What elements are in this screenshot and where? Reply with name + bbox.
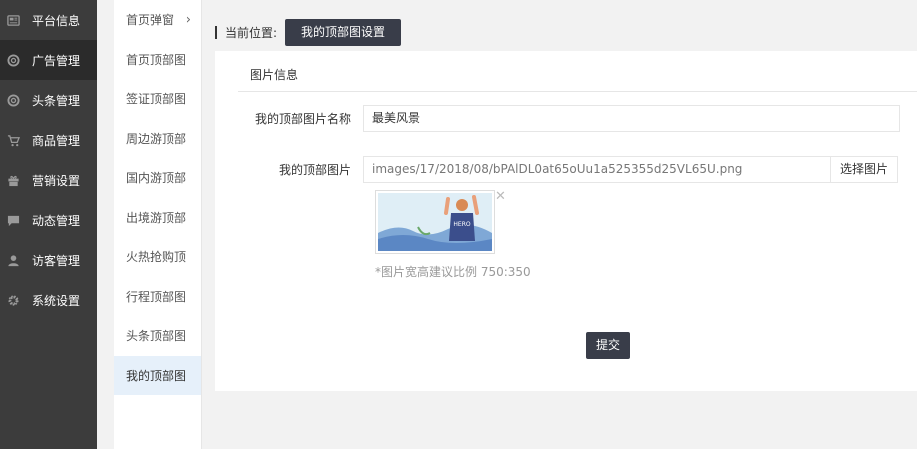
user-icon xyxy=(6,253,20,267)
submenu-item-home-popup[interactable]: 首页弹窗 › xyxy=(114,0,201,40)
submenu-item-nearby-top[interactable]: 周边游顶部 xyxy=(114,119,201,159)
submenu-item-itinerary-top[interactable]: 行程顶部图 xyxy=(114,277,201,317)
sidebar-item-visitor-management[interactable]: 访客管理 xyxy=(0,240,97,280)
submenu-item-label: 国内游顶部 xyxy=(126,171,187,186)
sidebar-item-label: 头条管理 xyxy=(32,93,81,108)
sub-menu: 首页弹窗 › 首页顶部图 签证顶部图 周边游顶部 国内游顶部 出境游顶部 火热抢… xyxy=(114,0,202,449)
sidebar-item-label: 系统设置 xyxy=(32,293,81,308)
newspaper-icon xyxy=(6,13,20,27)
submenu-item-my-top-image[interactable]: 我的顶部图 xyxy=(114,355,201,395)
sidebar-item-marketing-settings[interactable]: 营销设置 xyxy=(0,160,97,200)
submenu-item-label: 周边游顶部 xyxy=(126,131,187,146)
image-row: 我的顶部图片 images/17/2018/08/bPAlDL0at65oUu1… xyxy=(215,156,899,183)
submenu-item-label: 我的顶部图 xyxy=(126,368,187,383)
submenu-item-domestic-top[interactable]: 国内游顶部 xyxy=(114,158,201,198)
sidebar-item-label: 访客管理 xyxy=(32,253,81,268)
submenu-item-outbound-top[interactable]: 出境游顶部 xyxy=(114,198,201,238)
submenu-item-label: 出境游顶部 xyxy=(126,210,187,225)
chevron-right-icon: › xyxy=(185,12,191,28)
image-path-input[interactable]: images/17/2018/08/bPAlDL0at65oUu1a525355… xyxy=(363,156,831,183)
lifebuoy-icon xyxy=(6,93,20,107)
sidebar-item-label: 平台信息 xyxy=(32,13,81,28)
form-panel: 图片信息 我的顶部图片名称 最美风景 我的顶部图片 images/17/2018… xyxy=(215,51,917,391)
sidebar-item-label: 动态管理 xyxy=(32,213,81,228)
gift-icon xyxy=(6,173,20,187)
breadcrumb-label: 当前位置: xyxy=(225,26,278,40)
breadcrumb: 当前位置: 我的顶部图设置 xyxy=(215,19,402,46)
breadcrumb-current[interactable]: 我的顶部图设置 xyxy=(285,19,402,46)
sidebar-item-label: 营销设置 xyxy=(32,173,81,188)
submenu-item-label: 火热抢购顶 xyxy=(126,250,187,265)
submit-button[interactable]: 提交 xyxy=(586,332,631,359)
image-size-hint: *图片宽高建议比例 750:350 xyxy=(375,265,531,279)
breadcrumb-marker xyxy=(215,26,217,39)
sidebar-item-dynamic-management[interactable]: 动态管理 xyxy=(0,200,97,240)
image-thumbnail[interactable]: HERO xyxy=(375,190,495,254)
submenu-item-home-top-image[interactable]: 首页顶部图 xyxy=(114,40,201,80)
sidebar-item-label: 商品管理 xyxy=(32,133,81,148)
submenu-item-visa-top-image[interactable]: 签证顶部图 xyxy=(114,79,201,119)
sidebar-item-system-settings[interactable]: 系统设置 xyxy=(0,280,97,320)
submenu-item-flash-sale-top[interactable]: 火热抢购顶 xyxy=(114,237,201,277)
image-label: 我的顶部图片 xyxy=(278,163,351,177)
panel-title: 图片信息 xyxy=(238,51,917,92)
sidebar-item-label: 广告管理 xyxy=(32,53,81,68)
submenu-item-label: 首页弹窗 xyxy=(126,13,175,28)
sidebar-item-product-management[interactable]: 商品管理 xyxy=(0,120,97,160)
chat-icon xyxy=(6,213,20,227)
sidebar-item-ad-management[interactable]: 广告管理 xyxy=(0,40,97,80)
submenu-item-label: 行程顶部图 xyxy=(126,289,187,304)
choose-image-button[interactable]: 选择图片 xyxy=(831,156,899,183)
submenu-item-label: 签证顶部图 xyxy=(126,92,187,107)
lifebuoy-icon xyxy=(6,53,20,67)
sidebar-item-headline-management[interactable]: 头条管理 xyxy=(0,80,97,120)
cart-icon xyxy=(6,133,20,147)
thumbnail-text: HERO xyxy=(453,221,470,228)
sidebar-item-platform-info[interactable]: 平台信息 xyxy=(0,0,97,40)
submenu-item-headline-top[interactable]: 头条顶部图 xyxy=(114,316,201,356)
name-input[interactable]: 最美风景 xyxy=(363,105,900,132)
sidebar-gap xyxy=(97,0,114,449)
submenu-item-label: 头条顶部图 xyxy=(126,329,187,344)
main-sidebar: 平台信息 广告管理 头条管理 商品管理 营销设置 动态管理 访客管理 系统设置 xyxy=(0,0,97,449)
submenu-item-label: 首页顶部图 xyxy=(126,52,187,67)
remove-image-icon[interactable]: ✕ xyxy=(495,189,506,204)
name-label: 我的顶部图片名称 xyxy=(254,112,351,126)
thumbnail-image: HERO xyxy=(378,193,492,251)
gear-icon xyxy=(6,293,20,307)
name-row: 我的顶部图片名称 最美风景 xyxy=(215,105,900,132)
